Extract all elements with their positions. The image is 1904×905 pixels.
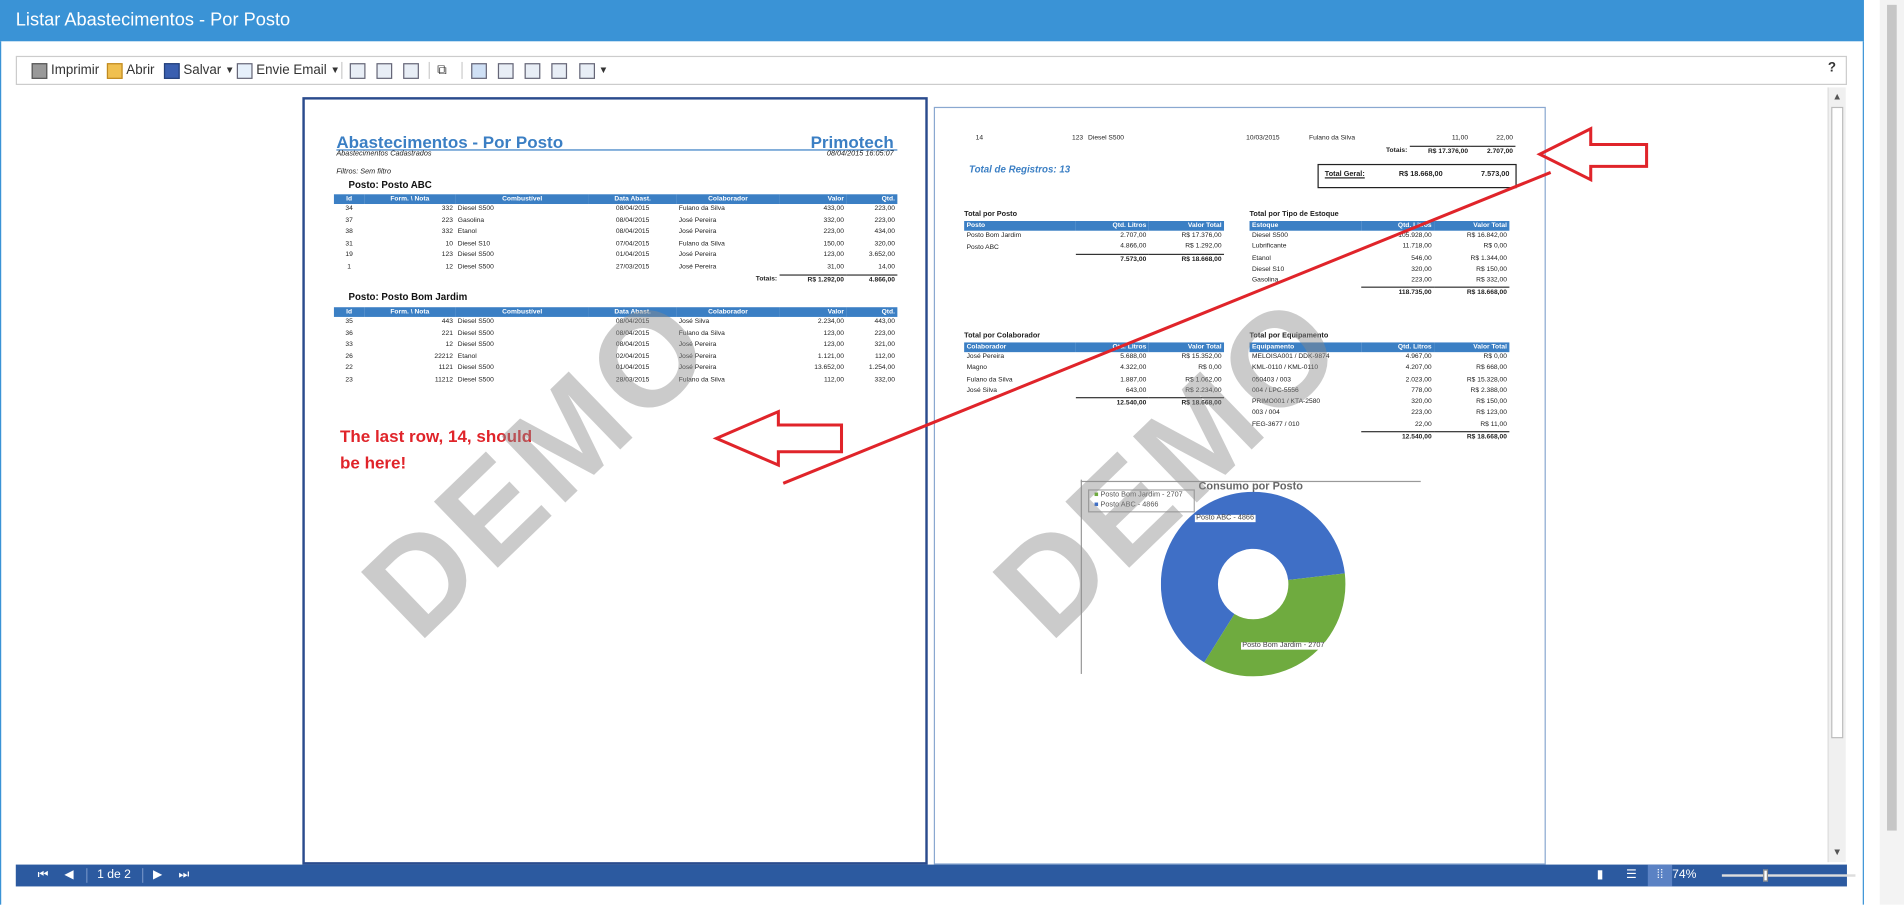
scroll-thumb[interactable] (1831, 106, 1844, 739)
multiple-view-button[interactable]: ⁞⁞ (1647, 864, 1673, 887)
last-page-button[interactable]: ⏭ (179, 865, 190, 887)
previous-page-button[interactable]: ◀ (64, 865, 73, 887)
last-page-icon: ⏭ (178, 868, 190, 882)
app-window: Listar Abastecimentos - Por Posto Imprim… (0, 0, 1904, 905)
window-scrollbar[interactable] (1879, 0, 1904, 905)
window-scroll-thumb[interactable] (1887, 4, 1897, 831)
scroll-down-icon[interactable]: ▼ (1829, 845, 1846, 860)
arrow-shape (712, 409, 844, 468)
zoom-slider[interactable] (1721, 869, 1856, 882)
scroll-up-icon[interactable]: ▲ (1829, 90, 1846, 105)
next-icon: ▶ (153, 868, 163, 882)
first-page-icon: ⏮ (37, 868, 49, 882)
next-page-button[interactable]: ▶ (153, 865, 162, 887)
single-view-button[interactable]: ▮ (1597, 865, 1604, 887)
single-page-icon: ▮ (1596, 868, 1604, 882)
arrow-shape (1536, 126, 1649, 183)
continuous-icon: ☰ (1625, 868, 1637, 882)
annotation-arrows (712, 126, 1649, 485)
nav-separator (86, 868, 88, 883)
arrow-line (782, 171, 1552, 485)
nav-separator (142, 868, 144, 883)
zoom-slider-knob[interactable] (1763, 869, 1769, 882)
viewer-scrollbar[interactable]: ▲ ▼ (1827, 87, 1846, 863)
continuous-view-button[interactable]: ☰ (1626, 865, 1637, 887)
page-indicator[interactable]: 1 de 2 (97, 865, 131, 887)
first-page-button[interactable]: ⏮ (38, 865, 49, 887)
zoom-level: 74% (1672, 868, 1697, 882)
previous-icon: ◀ (64, 868, 74, 882)
navigation-bar: ⏮ ◀ 1 de 2 ▶ ⏭ ▮ ☰ ⁞⁞ 74% (15, 864, 1856, 887)
grid-icon: ⁞⁞ (1656, 868, 1664, 882)
